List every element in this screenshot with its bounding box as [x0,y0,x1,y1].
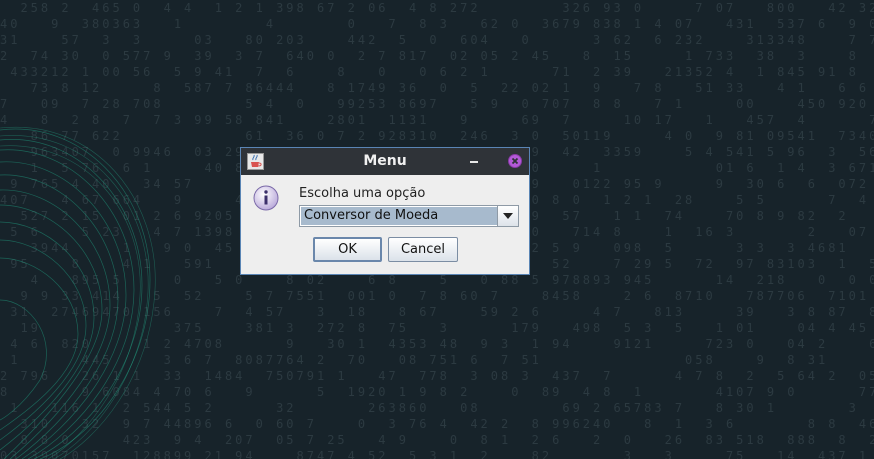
minimize-icon [470,161,478,163]
menu-dialog: Menu Escolha uma opção Conversor de Moed… [240,147,530,275]
dialog-title: Menu [363,153,407,169]
minimize-button[interactable] [469,153,481,169]
info-icon [253,185,279,211]
option-combobox[interactable]: Conversor de Moeda [299,205,519,227]
prompt-label: Escolha uma opção [299,186,426,201]
dialog-titlebar[interactable]: Menu [241,148,529,175]
ok-button[interactable]: OK [313,237,382,262]
selected-option[interactable]: Conversor de Moeda [301,207,497,225]
close-icon[interactable] [507,153,523,169]
chevron-down-icon[interactable] [497,206,518,226]
cancel-button[interactable]: Cancel [388,237,458,262]
